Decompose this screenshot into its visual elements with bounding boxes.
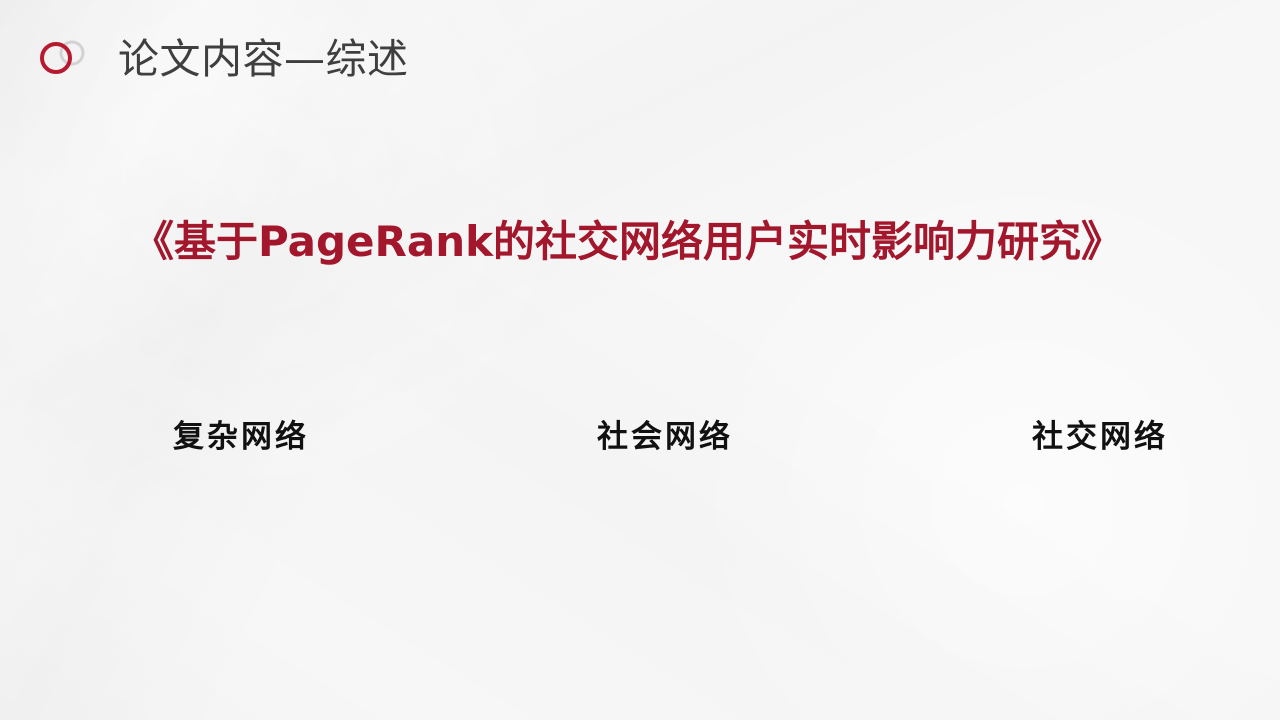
keyword-complex-network: 复杂网络 — [173, 419, 309, 455]
page-title: 论文内容—综述 — [118, 35, 409, 83]
keyword-social-network: 社会网络 — [597, 419, 733, 455]
slide-header: 论文内容—综述 — [38, 30, 458, 90]
keyword-online-social-network: 社交网络 — [1032, 419, 1168, 455]
keywords-row: 复杂网络 社会网络 社交网络 — [0, 414, 1280, 474]
paper-texture-background — [0, 0, 1280, 720]
overlapping-circles-icon — [40, 40, 85, 74]
paper-title: 《基于PageRank的社交网络用户实时影响力研究》 — [132, 217, 1124, 266]
